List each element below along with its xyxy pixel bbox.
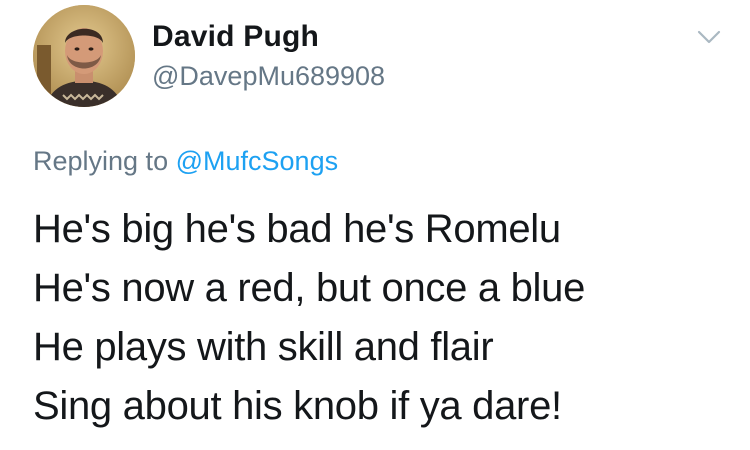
- tweet-line: He's now a red, but once a blue: [33, 266, 586, 310]
- tweet-menu-button[interactable]: [695, 26, 723, 48]
- reply-mention-link[interactable]: @MufcSongs: [176, 146, 338, 176]
- tweet-card: David Pugh @DavepMu689908 Replying to @M…: [0, 0, 750, 450]
- profile-photo-icon: [33, 5, 135, 107]
- tweet-text: He's big he's bad he's Romelu He's now a…: [33, 200, 733, 436]
- author-handle[interactable]: @DavepMu689908: [152, 61, 385, 92]
- author-display-name[interactable]: David Pugh: [152, 20, 319, 54]
- avatar[interactable]: [33, 5, 135, 107]
- chevron-down-icon: [697, 30, 721, 44]
- reply-context: Replying to @MufcSongs: [33, 146, 338, 177]
- reply-context-prefix: Replying to: [33, 146, 169, 176]
- tweet-line: He's big he's bad he's Romelu: [33, 207, 561, 251]
- tweet-line: Sing about his knob if ya dare!: [33, 384, 562, 428]
- tweet-line: He plays with skill and flair: [33, 325, 494, 369]
